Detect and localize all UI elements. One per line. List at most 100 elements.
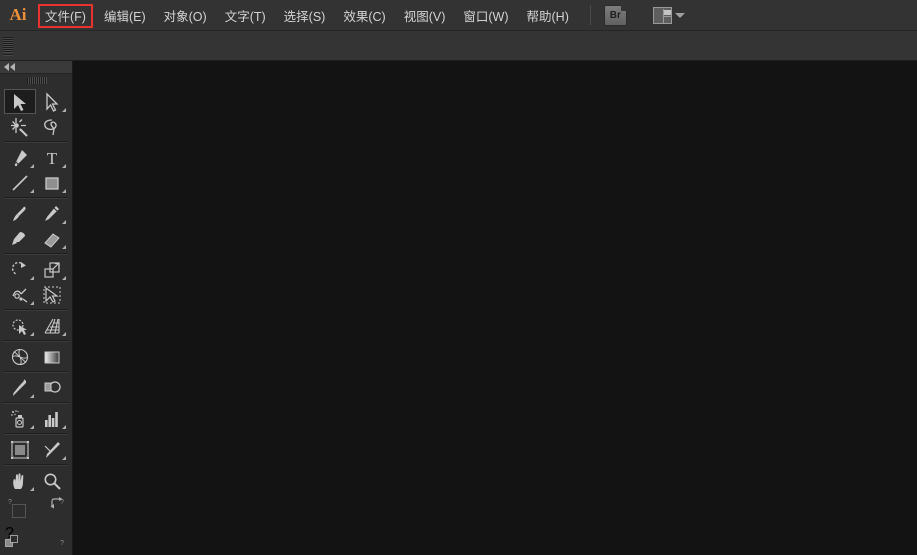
- swap-fill-stroke-icon[interactable]: [50, 497, 64, 509]
- width-tool[interactable]: [4, 282, 36, 307]
- tool-flyout-indicator[interactable]: [62, 276, 66, 280]
- scale-tool-icon: [44, 261, 60, 278]
- menu-file[interactable]: 文件(F): [36, 0, 95, 31]
- artboard-tool[interactable]: [4, 437, 36, 462]
- pencil-tool[interactable]: [36, 201, 68, 226]
- width-tool-icon: [12, 288, 28, 303]
- eraser-tool[interactable]: [36, 226, 68, 251]
- stroke-swatch[interactable]: ? ? ? ?: [5, 497, 64, 547]
- blend-tool[interactable]: [36, 375, 68, 400]
- menu-window[interactable]: 窗口(W): [454, 0, 517, 31]
- tool-flyout-indicator[interactable]: [30, 332, 34, 336]
- menu-view[interactable]: 视图(V): [395, 0, 455, 31]
- selection-tool-icon: [14, 93, 26, 111]
- lasso-tool-icon: [44, 118, 57, 135]
- tool-flyout-indicator[interactable]: [30, 394, 34, 398]
- magic-wand-tool[interactable]: [4, 114, 36, 139]
- tool-flyout-indicator[interactable]: [30, 487, 34, 491]
- tool-flyout-indicator[interactable]: [30, 276, 34, 280]
- rectangle-tool[interactable]: [36, 170, 68, 195]
- illustrator-window: Ai 文件(F) 编辑(E) 对象(O) 文字(T) 选择(S) 效果(C) 视图(V) 窗口…: [0, 0, 917, 555]
- tool-separator: [4, 464, 68, 465]
- menu-bar: Ai 文件(F) 编辑(E) 对象(O) 文字(T) 选择(S) 效果(C) 视图(V) 窗口…: [0, 0, 917, 31]
- tool-flyout-indicator[interactable]: [30, 425, 34, 429]
- perspective-grid-tool-icon: [44, 318, 60, 334]
- tool-flyout-indicator[interactable]: [62, 220, 66, 224]
- slice-tool[interactable]: [36, 437, 68, 462]
- eraser-tool-icon: [44, 232, 60, 248]
- menu-type[interactable]: 文字(T): [216, 0, 275, 31]
- menu-select[interactable]: 选择(S): [275, 0, 335, 31]
- selection-tool[interactable]: [4, 89, 36, 114]
- tool-flyout-indicator[interactable]: [62, 332, 66, 336]
- direct-selection-tool-icon: [46, 91, 59, 112]
- zoom-tool-icon: [44, 473, 61, 490]
- slice-tool-icon: [44, 441, 60, 458]
- control-bar-grip-handle[interactable]: [3, 35, 13, 57]
- menu-effect[interactable]: 效果(C): [334, 0, 394, 31]
- free-transform-tool-icon: [43, 286, 61, 303]
- hand-tool-icon: [13, 472, 24, 489]
- type-tool[interactable]: T: [36, 145, 68, 170]
- app-logo-icon: Ai: [9, 5, 27, 24]
- menubar-divider: [589, 5, 591, 25]
- pencil-tool-icon: [45, 205, 59, 221]
- control-bar: [0, 31, 917, 61]
- eyedropper-tool[interactable]: [4, 375, 36, 400]
- bridge-button[interactable]: Br: [603, 4, 627, 26]
- mesh-tool[interactable]: [4, 344, 36, 369]
- chevron-down-icon[interactable]: [674, 12, 685, 18]
- direct-selection-tool[interactable]: [36, 89, 68, 114]
- hand-tool[interactable]: [4, 468, 36, 493]
- mesh-tool-icon: [11, 348, 29, 365]
- menu-help[interactable]: 帮助(H): [518, 0, 578, 31]
- shape-builder-tool-icon: [12, 318, 27, 335]
- tool-separator: [4, 371, 68, 372]
- workspace-switcher[interactable]: [652, 6, 685, 24]
- menu-items: 文件(F) 编辑(E) 对象(O) 文字(T) 选择(S) 效果(C) 视图(V) 窗口(W)…: [36, 0, 578, 31]
- tool-grid: T: [0, 87, 72, 493]
- tool-separator: [4, 402, 68, 403]
- svg-text:T: T: [47, 149, 58, 168]
- rotate-tool-icon: [11, 261, 26, 275]
- perspective-grid-tool[interactable]: [36, 313, 68, 338]
- collapse-panel-icon[interactable]: [4, 63, 15, 71]
- tools-panel-grip-handle[interactable]: [0, 74, 72, 87]
- type-tool-icon: T: [47, 149, 58, 168]
- tool-flyout-indicator[interactable]: [30, 164, 34, 168]
- tool-flyout-indicator[interactable]: [62, 456, 66, 460]
- menu-edit[interactable]: 编辑(E): [95, 0, 155, 31]
- gradient-tool-icon: [44, 351, 60, 363]
- lasso-tool[interactable]: [36, 114, 68, 139]
- tool-separator: [4, 433, 68, 434]
- tool-flyout-indicator[interactable]: [62, 164, 66, 168]
- column-graph-tool[interactable]: [36, 406, 68, 431]
- tool-separator: [4, 253, 68, 254]
- paintbrush-tool[interactable]: [4, 201, 36, 226]
- tools-panel-header[interactable]: [0, 61, 72, 74]
- menu-object[interactable]: 对象(O): [155, 0, 216, 31]
- tool-flyout-indicator[interactable]: [62, 425, 66, 429]
- free-transform-tool[interactable]: [36, 282, 68, 307]
- default-fill-stroke-icon[interactable]: [5, 535, 19, 549]
- line-segment-tool-icon: [12, 174, 28, 191]
- canvas-area[interactable]: [73, 61, 917, 555]
- zoom-tool[interactable]: [36, 468, 68, 493]
- tool-flyout-indicator[interactable]: [62, 245, 66, 249]
- tool-flyout-indicator[interactable]: [30, 189, 34, 193]
- workspace-layout-icon: [652, 6, 672, 24]
- blob-brush-tool[interactable]: [4, 226, 36, 251]
- gradient-tool[interactable]: [36, 344, 68, 369]
- line-segment-tool[interactable]: [4, 170, 36, 195]
- pen-tool[interactable]: [4, 145, 36, 170]
- tool-flyout-indicator[interactable]: [62, 189, 66, 193]
- shape-builder-tool[interactable]: [4, 313, 36, 338]
- pen-tool-icon: [14, 149, 27, 166]
- scale-tool[interactable]: [36, 257, 68, 282]
- symbol-sprayer-tool[interactable]: [4, 406, 36, 431]
- tool-flyout-indicator[interactable]: [30, 301, 34, 305]
- blend-tool-icon: [44, 380, 61, 393]
- tool-flyout-indicator[interactable]: [62, 108, 66, 112]
- rotate-tool[interactable]: [4, 257, 36, 282]
- tool-separator: [4, 309, 68, 310]
